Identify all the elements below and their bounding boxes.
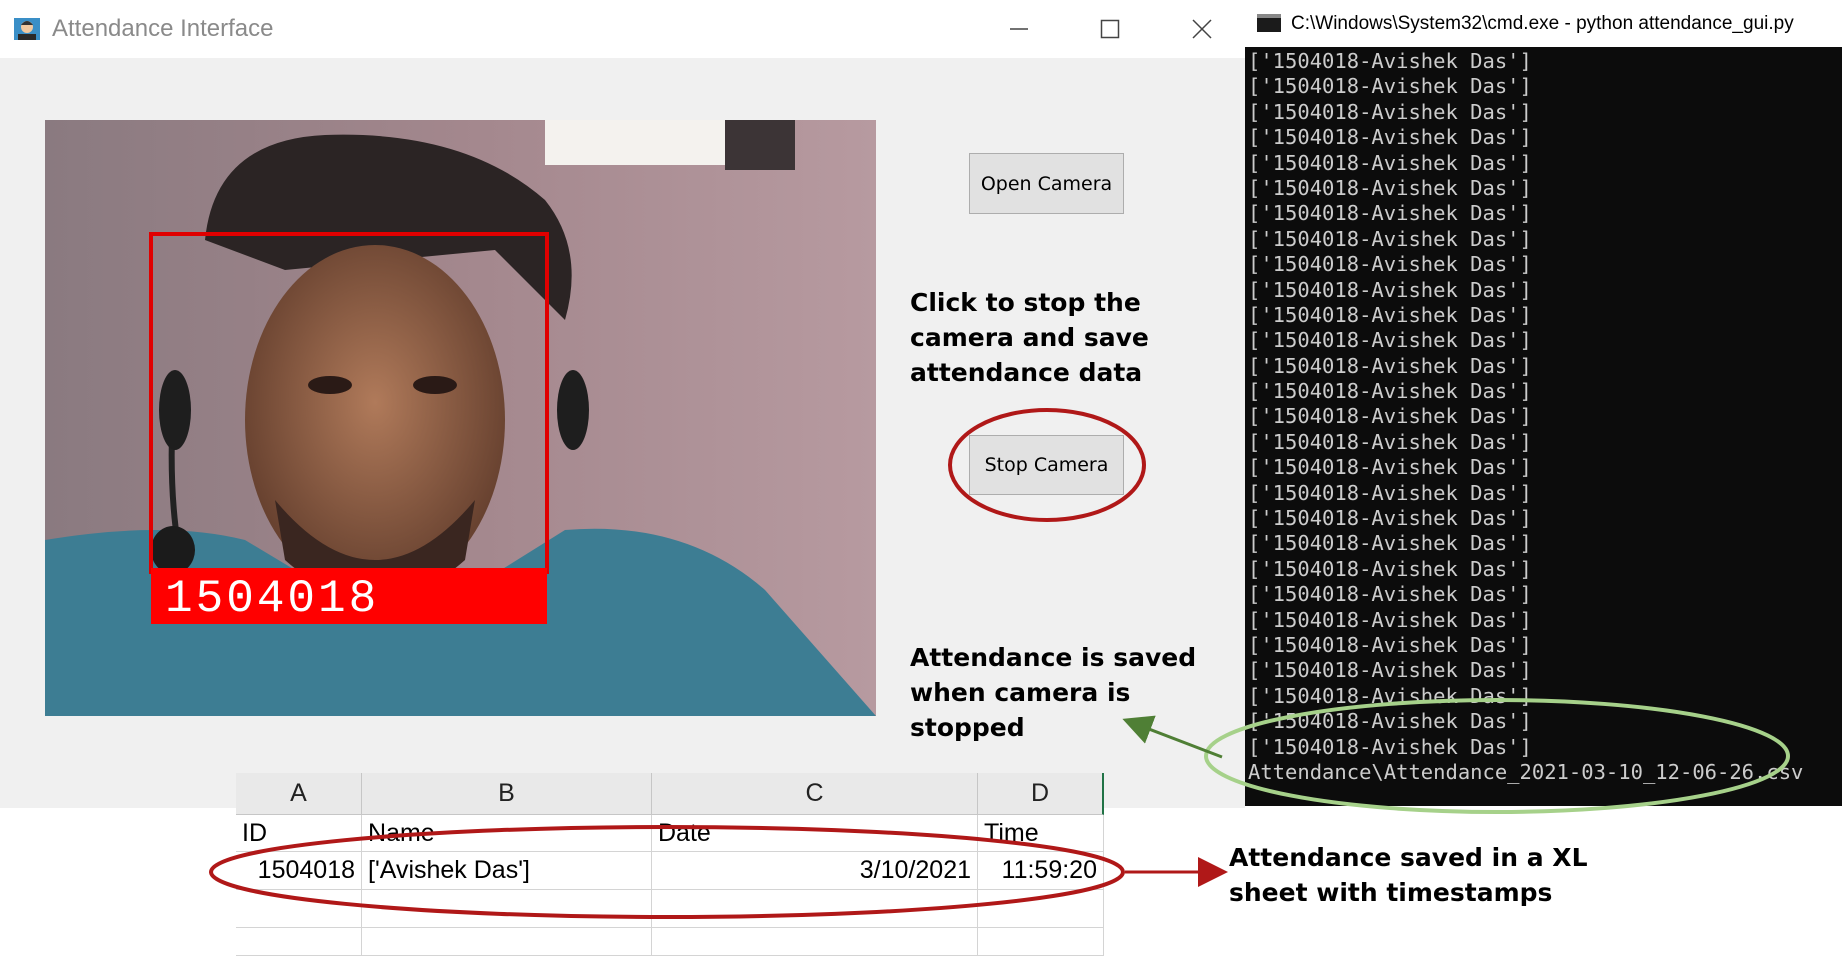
empty-cell[interactable]	[362, 890, 652, 928]
app-icon	[14, 18, 40, 40]
xl-sheet-annotation: Attendance saved in a XL sheet with time…	[1229, 843, 1588, 907]
console-line: ['1504018-Avishek Das']	[1248, 277, 1532, 302]
column-header-a[interactable]: A	[236, 773, 362, 815]
cmd-icon	[1257, 14, 1281, 32]
console-line: ['1504018-Avishek Das']	[1248, 99, 1532, 124]
console-line: ['1504018-Avishek Das']	[1248, 734, 1532, 759]
close-icon	[1192, 19, 1212, 39]
console-line: ['1504018-Avishek Das']	[1248, 404, 1532, 429]
console-line: ['1504018-Avishek Das']	[1248, 379, 1532, 404]
console-title: C:\Windows\System32\cmd.exe - python att…	[1291, 13, 1794, 34]
console-line: ['1504018-Avishek Das']	[1248, 607, 1532, 632]
console-line: Attendance\Attendance_2021-03-10_12-06-2…	[1248, 759, 1804, 784]
cell-header-time[interactable]: Time	[978, 815, 1104, 852]
title-bar: Attendance Interface	[0, 0, 1245, 58]
detected-id-label: 1504018	[165, 573, 379, 625]
cell-time[interactable]: 11:59:20	[978, 852, 1104, 890]
column-header-c[interactable]: C	[652, 773, 978, 815]
column-header-d[interactable]: D	[978, 773, 1104, 815]
console-line: ['1504018-Avishek Das']	[1248, 556, 1532, 581]
console-line: ['1504018-Avishek Das']	[1248, 201, 1532, 226]
column-header-b[interactable]: B	[362, 773, 652, 815]
console-line: ['1504018-Avishek Das']	[1248, 74, 1532, 99]
close-button[interactable]	[1182, 12, 1222, 46]
console-line: ['1504018-Avishek Das']	[1248, 658, 1532, 683]
cell-date[interactable]: 3/10/2021	[652, 852, 978, 890]
console-line: ['1504018-Avishek Das']	[1248, 252, 1532, 277]
minimize-icon	[1010, 28, 1028, 30]
cell-header-name[interactable]: Name	[362, 815, 652, 852]
console-line: ['1504018-Avishek Das']	[1248, 429, 1532, 454]
console-line: ['1504018-Avishek Das']	[1248, 328, 1532, 353]
console-window: C:\Windows\System32\cmd.exe - python att…	[1245, 0, 1842, 806]
cell-header-id[interactable]: ID	[236, 815, 362, 852]
console-line: ['1504018-Avishek Das']	[1248, 226, 1532, 251]
console-line: ['1504018-Avishek Das']	[1248, 455, 1532, 480]
stop-camera-annotation: Click to stop the camera and save attend…	[910, 288, 1149, 387]
console-title-bar: C:\Windows\System32\cmd.exe - python att…	[1245, 0, 1842, 47]
console-line: ['1504018-Avishek Das']	[1248, 49, 1532, 73]
console-line: ['1504018-Avishek Das']	[1248, 531, 1532, 556]
empty-cell[interactable]	[652, 890, 978, 928]
console-line: ['1504018-Avishek Das']	[1248, 709, 1532, 734]
console-line: ['1504018-Avishek Das']	[1248, 683, 1532, 708]
empty-cell[interactable]	[652, 928, 978, 956]
console-line: ['1504018-Avishek Das']	[1248, 582, 1532, 607]
console-line: ['1504018-Avishek Das']	[1248, 150, 1532, 175]
camera-feed: 1504018	[45, 120, 876, 716]
console-line: ['1504018-Avishek Das']	[1248, 175, 1532, 200]
maximize-icon	[1100, 19, 1120, 39]
window-title: Attendance Interface	[52, 15, 274, 42]
minimize-button[interactable]	[999, 12, 1039, 46]
empty-cell[interactable]	[236, 890, 362, 928]
cell-name[interactable]: ['Avishek Das']	[362, 852, 652, 890]
console-line: ['1504018-Avishek Das']	[1248, 302, 1532, 327]
console-line: ['1504018-Avishek Das']	[1248, 632, 1532, 657]
empty-cell[interactable]	[978, 890, 1104, 928]
console-line: ['1504018-Avishek Das']	[1248, 125, 1532, 150]
stop-camera-button[interactable]: Stop Camera	[969, 435, 1124, 495]
attendance-saved-annotation: Attendance is saved when camera is stopp…	[910, 643, 1197, 742]
console-line: ['1504018-Avishek Das']	[1248, 353, 1532, 378]
excel-sheet: A B C D ID Name Date Time 1504018 ['Avis…	[236, 773, 1104, 956]
console-line: ['1504018-Avishek Das']	[1248, 480, 1532, 505]
cell-id[interactable]: 1504018	[236, 852, 362, 890]
empty-cell[interactable]	[362, 928, 652, 956]
empty-cell[interactable]	[978, 928, 1104, 956]
open-camera-button[interactable]: Open Camera	[969, 153, 1124, 214]
maximize-button[interactable]	[1090, 12, 1130, 46]
empty-cell[interactable]	[236, 928, 362, 956]
console-output: ['1504018-Avishek Das'] ['1504018-Avishek…	[1248, 49, 1842, 785]
cell-header-date[interactable]: Date	[652, 815, 978, 852]
console-line: ['1504018-Avishek Das']	[1248, 506, 1532, 531]
